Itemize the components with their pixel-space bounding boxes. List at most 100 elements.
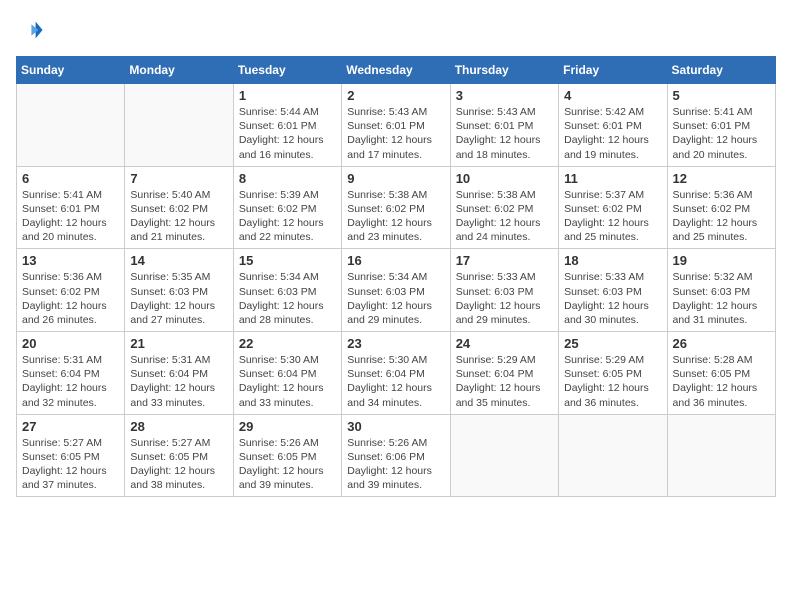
calendar-cell: 30 Sunrise: 5:26 AM Sunset: 6:06 PM Dayli…: [342, 414, 450, 497]
day-info: Sunrise: 5:33 AM Sunset: 6:03 PM Dayligh…: [456, 270, 553, 327]
weekday-header: Saturday: [667, 57, 775, 84]
day-info: Sunrise: 5:31 AM Sunset: 6:04 PM Dayligh…: [130, 353, 227, 410]
calendar-week-row: 13 Sunrise: 5:36 AM Sunset: 6:02 PM Dayli…: [17, 249, 776, 332]
calendar-cell: 8 Sunrise: 5:39 AM Sunset: 6:02 PM Daylig…: [233, 166, 341, 249]
day-info: Sunrise: 5:39 AM Sunset: 6:02 PM Dayligh…: [239, 188, 336, 245]
day-info: Sunrise: 5:41 AM Sunset: 6:01 PM Dayligh…: [22, 188, 119, 245]
calendar-week-row: 1Sunrise: 5:44 AM Sunset: 6:01 PM Daylig…: [17, 84, 776, 167]
day-number: 19: [673, 253, 770, 268]
day-number: 12: [673, 171, 770, 186]
day-info: Sunrise: 5:26 AM Sunset: 6:06 PM Dayligh…: [347, 436, 444, 493]
day-info: Sunrise: 5:38 AM Sunset: 6:02 PM Dayligh…: [456, 188, 553, 245]
day-number: 2: [347, 88, 444, 103]
day-number: 28: [130, 419, 227, 434]
calendar-cell: 17 Sunrise: 5:33 AM Sunset: 6:03 PM Dayli…: [450, 249, 558, 332]
day-info: Sunrise: 5:29 AM Sunset: 6:04 PM Dayligh…: [456, 353, 553, 410]
calendar-cell: [559, 414, 667, 497]
day-number: 7: [130, 171, 227, 186]
day-number: 11: [564, 171, 661, 186]
day-number: 17: [456, 253, 553, 268]
day-info: Sunrise: 5:33 AM Sunset: 6:03 PM Dayligh…: [564, 270, 661, 327]
day-number: 14: [130, 253, 227, 268]
calendar-cell: [450, 414, 558, 497]
day-info: Sunrise: 5:35 AM Sunset: 6:03 PM Dayligh…: [130, 270, 227, 327]
calendar-week-row: 20 Sunrise: 5:31 AM Sunset: 6:04 PM Dayli…: [17, 332, 776, 415]
weekday-header: Monday: [125, 57, 233, 84]
day-info: Sunrise: 5:29 AM Sunset: 6:05 PM Dayligh…: [564, 353, 661, 410]
day-info: Sunrise: 5:44 AM Sunset: 6:01 PM Dayligh…: [239, 105, 336, 162]
day-number: 20: [22, 336, 119, 351]
day-info: Sunrise: 5:27 AM Sunset: 6:05 PM Dayligh…: [130, 436, 227, 493]
day-number: 21: [130, 336, 227, 351]
day-info: Sunrise: 5:41 AM Sunset: 6:01 PM Dayligh…: [673, 105, 770, 162]
weekday-header: Wednesday: [342, 57, 450, 84]
day-number: 22: [239, 336, 336, 351]
day-info: Sunrise: 5:43 AM Sunset: 6:01 PM Dayligh…: [456, 105, 553, 162]
day-info: Sunrise: 5:34 AM Sunset: 6:03 PM Dayligh…: [347, 270, 444, 327]
calendar-cell: 1Sunrise: 5:44 AM Sunset: 6:01 PM Daylig…: [233, 84, 341, 167]
logo: [16, 16, 48, 44]
calendar-cell: 21 Sunrise: 5:31 AM Sunset: 6:04 PM Dayli…: [125, 332, 233, 415]
day-number: 8: [239, 171, 336, 186]
day-number: 18: [564, 253, 661, 268]
day-number: 6: [22, 171, 119, 186]
calendar-cell: 11Sunrise: 5:37 AM Sunset: 6:02 PM Dayli…: [559, 166, 667, 249]
calendar-cell: [125, 84, 233, 167]
calendar-table: SundayMondayTuesdayWednesdayThursdayFrid…: [16, 56, 776, 497]
calendar-week-row: 27 Sunrise: 5:27 AM Sunset: 6:05 PM Dayli…: [17, 414, 776, 497]
day-number: 26: [673, 336, 770, 351]
day-info: Sunrise: 5:30 AM Sunset: 6:04 PM Dayligh…: [347, 353, 444, 410]
weekday-header: Tuesday: [233, 57, 341, 84]
calendar-cell: 14 Sunrise: 5:35 AM Sunset: 6:03 PM Dayli…: [125, 249, 233, 332]
calendar-cell: 26 Sunrise: 5:28 AM Sunset: 6:05 PM Dayli…: [667, 332, 775, 415]
calendar-cell: 5 Sunrise: 5:41 AM Sunset: 6:01 PM Daylig…: [667, 84, 775, 167]
calendar-cell: 16 Sunrise: 5:34 AM Sunset: 6:03 PM Dayli…: [342, 249, 450, 332]
day-number: 25: [564, 336, 661, 351]
day-info: Sunrise: 5:36 AM Sunset: 6:02 PM Dayligh…: [673, 188, 770, 245]
day-number: 5: [673, 88, 770, 103]
day-number: 23: [347, 336, 444, 351]
calendar-cell: 4 Sunrise: 5:42 AM Sunset: 6:01 PM Daylig…: [559, 84, 667, 167]
day-number: 9: [347, 171, 444, 186]
day-info: Sunrise: 5:28 AM Sunset: 6:05 PM Dayligh…: [673, 353, 770, 410]
day-number: 24: [456, 336, 553, 351]
calendar-cell: [667, 414, 775, 497]
day-info: Sunrise: 5:31 AM Sunset: 6:04 PM Dayligh…: [22, 353, 119, 410]
weekday-header: Sunday: [17, 57, 125, 84]
day-info: Sunrise: 5:43 AM Sunset: 6:01 PM Dayligh…: [347, 105, 444, 162]
day-number: 10: [456, 171, 553, 186]
calendar-cell: 18 Sunrise: 5:33 AM Sunset: 6:03 PM Dayli…: [559, 249, 667, 332]
day-info: Sunrise: 5:38 AM Sunset: 6:02 PM Dayligh…: [347, 188, 444, 245]
calendar-cell: 24 Sunrise: 5:29 AM Sunset: 6:04 PM Dayli…: [450, 332, 558, 415]
day-number: 13: [22, 253, 119, 268]
calendar-cell: 3Sunrise: 5:43 AM Sunset: 6:01 PM Daylig…: [450, 84, 558, 167]
calendar-cell: 22Sunrise: 5:30 AM Sunset: 6:04 PM Dayli…: [233, 332, 341, 415]
weekday-header: Friday: [559, 57, 667, 84]
calendar-cell: 28 Sunrise: 5:27 AM Sunset: 6:05 PM Dayli…: [125, 414, 233, 497]
calendar-week-row: 6 Sunrise: 5:41 AM Sunset: 6:01 PM Daylig…: [17, 166, 776, 249]
day-info: Sunrise: 5:36 AM Sunset: 6:02 PM Dayligh…: [22, 270, 119, 327]
day-number: 16: [347, 253, 444, 268]
day-number: 4: [564, 88, 661, 103]
weekday-header: Thursday: [450, 57, 558, 84]
page-header: [16, 16, 776, 44]
calendar-cell: 12 Sunrise: 5:36 AM Sunset: 6:02 PM Dayli…: [667, 166, 775, 249]
day-info: Sunrise: 5:26 AM Sunset: 6:05 PM Dayligh…: [239, 436, 336, 493]
calendar-cell: 2 Sunrise: 5:43 AM Sunset: 6:01 PM Daylig…: [342, 84, 450, 167]
calendar-cell: 20 Sunrise: 5:31 AM Sunset: 6:04 PM Dayli…: [17, 332, 125, 415]
day-number: 30: [347, 419, 444, 434]
day-number: 15: [239, 253, 336, 268]
day-info: Sunrise: 5:34 AM Sunset: 6:03 PM Dayligh…: [239, 270, 336, 327]
day-number: 29: [239, 419, 336, 434]
calendar-cell: 25 Sunrise: 5:29 AM Sunset: 6:05 PM Dayli…: [559, 332, 667, 415]
logo-icon: [16, 16, 44, 44]
day-info: Sunrise: 5:42 AM Sunset: 6:01 PM Dayligh…: [564, 105, 661, 162]
calendar-cell: 7Sunrise: 5:40 AM Sunset: 6:02 PM Daylig…: [125, 166, 233, 249]
calendar-cell: 19Sunrise: 5:32 AM Sunset: 6:03 PM Dayli…: [667, 249, 775, 332]
calendar-cell: 10 Sunrise: 5:38 AM Sunset: 6:02 PM Dayli…: [450, 166, 558, 249]
calendar-header-row: SundayMondayTuesdayWednesdayThursdayFrid…: [17, 57, 776, 84]
calendar-cell: 6 Sunrise: 5:41 AM Sunset: 6:01 PM Daylig…: [17, 166, 125, 249]
day-number: 27: [22, 419, 119, 434]
calendar-cell: 27 Sunrise: 5:27 AM Sunset: 6:05 PM Dayli…: [17, 414, 125, 497]
day-info: Sunrise: 5:27 AM Sunset: 6:05 PM Dayligh…: [22, 436, 119, 493]
